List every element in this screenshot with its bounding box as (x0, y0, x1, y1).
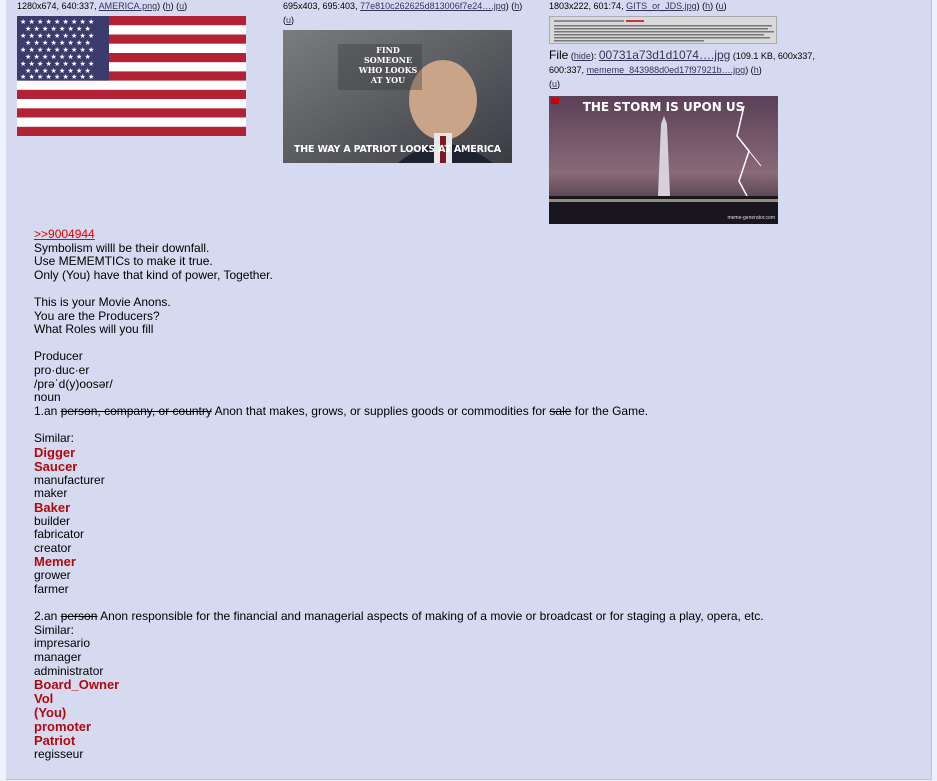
similar-term: grower (34, 568, 71, 583)
file-link[interactable]: AMERICA.png (99, 1, 158, 11)
file-size: (109.1 KB, (732, 51, 776, 61)
definition-1: 1.an person, company, or country Anon th… (34, 403, 649, 418)
file-dims: 1803x222, 601:74, (549, 1, 624, 11)
similar-term: builder (34, 513, 71, 528)
highlighted-term: Digger (34, 444, 76, 460)
file-dims: 695x403, 695:403, (283, 1, 358, 11)
similar-label: Similar: (34, 622, 75, 637)
struck-text: person, company, or country (60, 403, 212, 418)
similar-label: Similar: (34, 430, 75, 445)
struck-text: sale (549, 403, 572, 418)
meme-corner-text: meme-generator.com (727, 215, 775, 221)
thumbnail-storm-meme[interactable]: THE STORM IS UPON US meme-generator.com (549, 96, 778, 224)
highlighted-term: Baker (34, 499, 71, 515)
hash-search-link[interactable]: h (754, 65, 759, 75)
hide-link[interactable]: hide (574, 51, 591, 61)
highlighted-term: Vol (34, 691, 54, 707)
original-name-link[interactable]: mememe_843988d0ed17f97921b….jpg (587, 65, 746, 75)
us-flag-image: ★ ★ ★ ★ ★ ★ ★ ★ ★ ★ ★ ★ ★ ★ ★ ★ ★ ★ ★ ★ … (17, 16, 246, 136)
text-line: Use MEMEMTICs to make it true. (34, 254, 213, 269)
similar-term: administrator (34, 663, 104, 678)
thumbnail-text-screenshot[interactable] (549, 16, 777, 44)
hash-search-link[interactable]: h (166, 1, 171, 11)
reply-post: 1280x674, 640:337, AMERICA.png) (h) (u) … (6, 0, 932, 780)
similar-term: farmer (34, 582, 69, 597)
file-dims: 1280x674, 640:337, (17, 1, 97, 11)
similar-term: maker (34, 486, 68, 501)
highlighted-term: promoter (34, 719, 92, 735)
thumbnail-patriot-meme[interactable]: FIND SOMEONE WHO LOOKS AT YOU THE WAY A … (283, 30, 512, 163)
struck-text: person (60, 609, 98, 624)
highlighted-term: (You) (34, 705, 67, 721)
svg-text:★ ★ ★ ★ ★ ★ ★ ★ ★: ★ ★ ★ ★ ★ ★ ★ ★ ★ (20, 73, 94, 81)
similar-term: regisseur (34, 747, 84, 762)
part-of-speech: noun (34, 390, 61, 405)
text-line: You are the Producers? (34, 308, 160, 323)
similar-list-2: impresario manager administrator Board_Owne… (34, 637, 914, 761)
upload-link[interactable]: u (552, 79, 557, 89)
syllables: pro·duc·er (34, 362, 90, 377)
meme-text-top: FIND SOMEONE WHO LOOKS AT YOU (358, 45, 418, 85)
similar-term: manager (34, 650, 82, 665)
highlighted-term: Board_Owner (34, 677, 120, 693)
file-info-2: 695x403, 695:403, 77e810c262625d813006f7… (283, 1, 523, 25)
storm-meme-image (549, 96, 778, 224)
similar-term: fabricator (34, 527, 85, 542)
file-info-1: 1280x674, 640:337, AMERICA.png) (h) (u) (17, 1, 188, 11)
similar-list-1: Digger Saucer manufacturer maker Baker builde… (34, 444, 914, 597)
similar-term: creator (34, 540, 72, 555)
file-link[interactable]: 00731a73d1d1074….jpg (599, 48, 730, 62)
hash-search-link[interactable]: h (514, 1, 519, 11)
highlighted-term: Saucer (34, 458, 78, 474)
definition-2: 2.an person Anon responsible for the fin… (34, 609, 764, 624)
upload-link[interactable]: u (179, 1, 184, 11)
hash-search-link[interactable]: h (705, 1, 710, 11)
thumbnail-america-flag[interactable]: ★ ★ ★ ★ ★ ★ ★ ★ ★ ★ ★ ★ ★ ★ ★ ★ ★ ★ ★ ★ … (17, 16, 246, 136)
file-link[interactable]: 77e810c262625d813006f7e24….jpg (360, 1, 506, 11)
post-message: >>9004944 Symbolism willl be their downf… (34, 227, 914, 762)
highlighted-term: Memer (34, 554, 76, 570)
upload-link[interactable]: u (286, 15, 291, 25)
upload-link[interactable]: u (719, 1, 724, 11)
highlighted-term: Patriot (34, 733, 76, 749)
quote-link[interactable]: >>9004944 (34, 227, 95, 241)
text-line: What Roles will you fill (34, 322, 154, 337)
text-line: This is your Movie Anons. (34, 294, 171, 309)
file-label: File (549, 48, 569, 62)
similar-term: manufacturer (34, 472, 105, 487)
file-link[interactable]: GITS_or_JDS.jpg (626, 1, 697, 11)
definition-word: Producer (34, 349, 83, 364)
text-line: Symbolism willl be their downfall. (34, 240, 210, 255)
file-info-3: 1803x222, 601:74, GITS_or_JDS.jpg) (h) (… (549, 1, 727, 11)
pronunciation: /prəˈd(y)oosər/ (34, 376, 113, 391)
file-info-4: File (hide): 00731a73d1d1074….jpg (109.1… (549, 48, 815, 89)
meme-text: THE STORM IS UPON US (582, 100, 745, 114)
text-screenshot-image (554, 20, 774, 42)
meme-text-bottom: THE WAY A PATRIOT LOOKS AT AMERICA (294, 144, 501, 155)
similar-term: impresario (34, 636, 91, 651)
text-line: Only (You) have that kind of power, Toge… (34, 267, 273, 282)
